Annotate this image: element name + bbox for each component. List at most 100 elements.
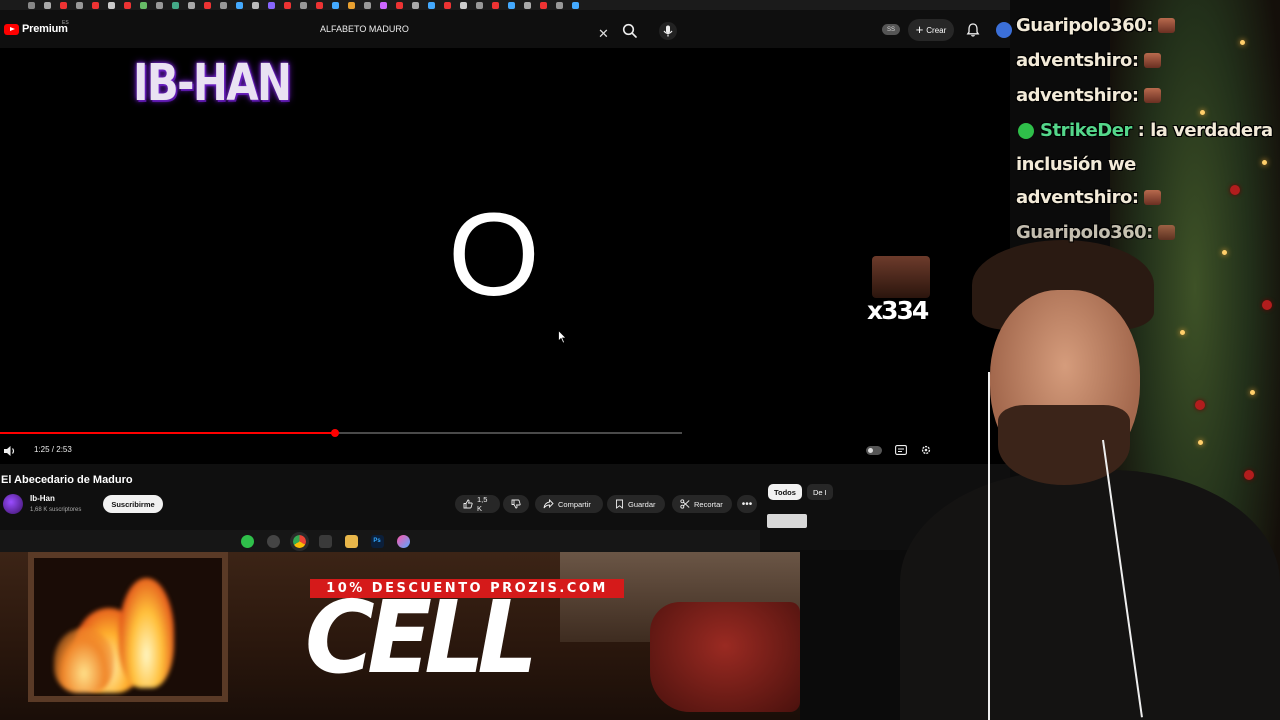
chat-message: StrikeDer : la verdadera <box>1016 113 1280 148</box>
notifications-bell-icon[interactable] <box>965 22 981 38</box>
tab-favicon[interactable] <box>380 1 387 9</box>
video-progress-played <box>0 432 335 434</box>
clock-icon[interactable] <box>266 534 280 548</box>
tab-favicon[interactable] <box>172 1 179 9</box>
streamer-body <box>900 470 1280 720</box>
earphone-wire <box>988 372 990 720</box>
chat-message: adventshiro : <box>1016 180 1280 215</box>
tab-favicon[interactable] <box>556 1 563 9</box>
user-avatar[interactable] <box>996 22 1012 38</box>
tab-favicon[interactable] <box>108 1 115 9</box>
thumbs-up-icon <box>463 499 473 509</box>
create-button-label: Crear <box>926 25 947 35</box>
tab-favicon[interactable] <box>300 1 307 9</box>
tab-favicon[interactable] <box>60 1 67 9</box>
chat-separator: : <box>1146 222 1153 243</box>
tab-favicon[interactable] <box>348 1 355 9</box>
chat-message: adventshiro : <box>1016 78 1280 113</box>
chat-username: Guaripolo360 <box>1016 15 1147 36</box>
whatsapp-icon[interactable] <box>240 534 254 548</box>
chat-message: Guaripolo360 : <box>1016 215 1280 250</box>
tab-favicon[interactable] <box>28 1 35 9</box>
save-button-label: Guardar <box>628 499 656 509</box>
search-icon[interactable] <box>621 22 639 40</box>
microphone-icon[interactable] <box>659 22 677 40</box>
emote-icon <box>1143 190 1161 205</box>
tab-favicon[interactable] <box>92 1 99 9</box>
video-title: El Abecedario de Maduro <box>1 474 133 486</box>
tab-favicon[interactable] <box>412 1 419 9</box>
clear-search-icon[interactable]: ✕ <box>598 27 609 40</box>
tool-icon[interactable] <box>318 534 332 548</box>
fire-flame <box>54 628 114 693</box>
search-box[interactable]: ALFABETO MADURO <box>312 18 614 40</box>
chat-separator: : <box>1131 187 1139 208</box>
dislike-button[interactable] <box>503 495 529 513</box>
folder-icon[interactable] <box>344 534 358 548</box>
tab-favicon[interactable] <box>396 1 403 9</box>
tab-favicon[interactable] <box>476 1 483 9</box>
tab-favicon[interactable] <box>204 1 211 9</box>
video-progress-scrubber[interactable] <box>330 429 339 437</box>
search-input[interactable]: ALFABETO MADURO <box>312 24 614 34</box>
tab-favicon[interactable] <box>364 1 371 9</box>
tab-favicon[interactable] <box>76 1 83 9</box>
mouse-cursor-icon <box>558 330 567 344</box>
clip-button-label: Recortar <box>694 499 723 509</box>
chrome-icon[interactable] <box>289 531 309 551</box>
chat-separator: : <box>1131 50 1139 71</box>
emote-icon <box>1157 225 1175 240</box>
subscribe-button[interactable]: Suscribirme <box>103 495 163 513</box>
account-badge[interactable]: SS <box>882 24 900 35</box>
channel-name[interactable]: Ib-Han <box>30 494 55 503</box>
video-time-display: 1:25 / 2:53 <box>34 445 72 454</box>
tab-favicon[interactable] <box>492 1 499 9</box>
chat-text: inclusión we <box>1016 153 1136 175</box>
tab-favicon[interactable] <box>156 1 163 9</box>
chat-separator: : <box>1131 85 1139 106</box>
tab-favicon[interactable] <box>540 1 547 9</box>
emote-icon <box>1143 53 1161 68</box>
tab-favicon[interactable] <box>460 1 467 9</box>
app-icon[interactable] <box>396 534 410 548</box>
youtube-play-icon <box>4 23 19 35</box>
save-button[interactable]: Guardar <box>607 495 665 513</box>
tab-favicon[interactable] <box>508 1 515 9</box>
scissors-icon <box>680 499 690 509</box>
tab-favicon[interactable] <box>252 1 259 9</box>
volume-icon[interactable] <box>3 445 17 457</box>
fire-flame <box>119 578 174 688</box>
tab-favicon[interactable] <box>444 1 451 9</box>
tab-favicon[interactable] <box>428 1 435 9</box>
like-button[interactable]: 1,5 K <box>455 495 500 513</box>
fireplace-hearth <box>28 552 228 702</box>
more-actions-button[interactable]: ••• <box>737 495 757 513</box>
tab-favicon[interactable] <box>140 1 147 9</box>
tab-favicon[interactable] <box>268 1 275 9</box>
tab-favicon[interactable] <box>572 1 579 9</box>
os-taskbar: Ps <box>0 530 760 552</box>
share-button[interactable]: Compartir <box>535 495 603 513</box>
photoshop-icon[interactable]: Ps <box>370 534 384 548</box>
video-progress-bar[interactable] <box>0 429 682 437</box>
tab-favicon[interactable] <box>220 1 227 9</box>
youtube-logo[interactable]: Premium <box>4 23 68 35</box>
channel-watermark: IB-HAN <box>133 54 292 113</box>
tab-favicon[interactable] <box>188 1 195 9</box>
create-button[interactable]: + Crear <box>908 19 954 41</box>
emote-icon <box>1157 18 1175 33</box>
subscriber-count: 1,68 K suscriptores <box>30 507 82 513</box>
tab-favicon[interactable] <box>44 1 51 9</box>
tab-favicon[interactable] <box>284 1 291 9</box>
chat-separator: : <box>1131 120 1151 141</box>
like-count: 1,5 K <box>477 495 488 513</box>
video-frame-letter: O <box>448 189 540 321</box>
tab-favicon[interactable] <box>236 1 243 9</box>
channel-avatar[interactable] <box>3 494 23 514</box>
clip-button[interactable]: Recortar <box>672 495 732 513</box>
chat-username: adventshiro <box>1016 85 1132 106</box>
tab-favicon[interactable] <box>524 1 531 9</box>
tab-favicon[interactable] <box>316 1 323 9</box>
tab-favicon[interactable] <box>124 1 131 9</box>
tab-favicon[interactable] <box>332 1 339 9</box>
